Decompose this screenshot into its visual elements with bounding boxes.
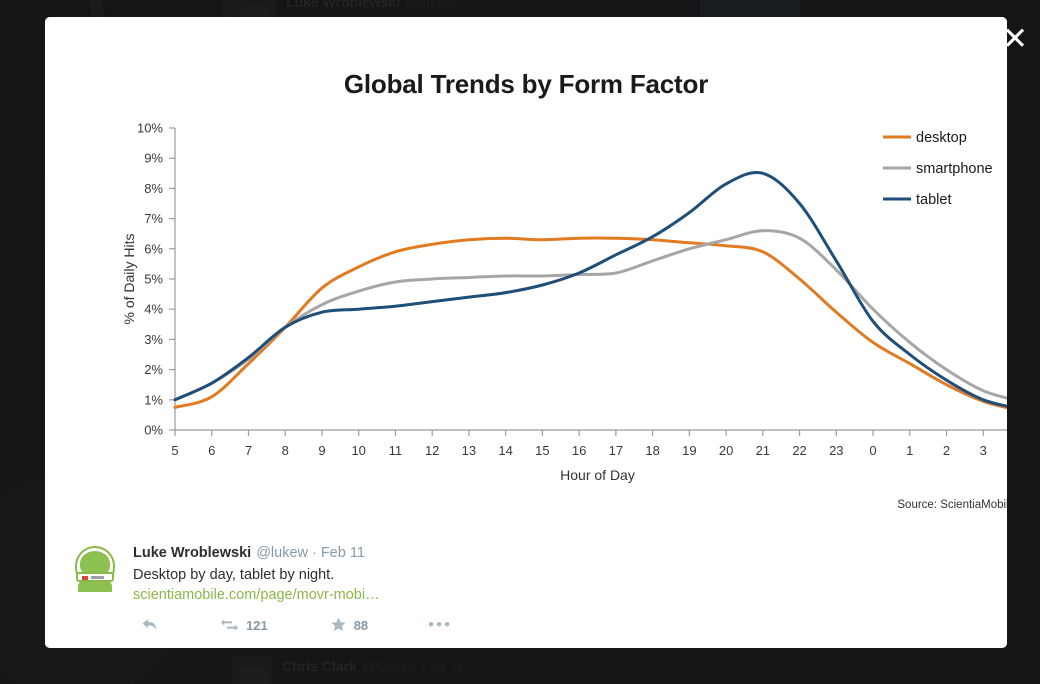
chart-image: Global Trends by Form Factor 0% 1% 2% 3% 4% 5…: [45, 17, 1007, 522]
svg-text:20: 20: [719, 443, 733, 458]
svg-text:10: 10: [351, 443, 365, 458]
tweet-date[interactable]: Feb 11: [321, 545, 365, 561]
legend-label-tablet: tablet: [916, 192, 951, 208]
retweet-icon: [221, 619, 238, 631]
svg-text:4%: 4%: [144, 302, 163, 317]
svg-text:10%: 10%: [137, 121, 163, 136]
svg-text:17: 17: [609, 443, 623, 458]
svg-text:5%: 5%: [144, 272, 163, 287]
star-icon: [331, 617, 346, 631]
svg-text:5: 5: [171, 443, 178, 458]
svg-text:3%: 3%: [144, 332, 163, 347]
chart-source: Source: ScientiaMobile: [897, 499, 1007, 511]
svg-text:% of Daily Hits: % of Daily Hits: [121, 233, 137, 324]
tweet-body: Luke Wroblewski @lukew · Feb 11 Desktop by …: [133, 544, 983, 648]
tweet-link[interactable]: scientiamobile.com/page/movr-mobi…: [133, 585, 983, 605]
avatar[interactable]: [71, 544, 119, 592]
svg-text:1: 1: [906, 443, 913, 458]
line-chart-svg: 0%1%2%3%4%5%6%7%8%9%10%5 6 7 8 9 10 11 12 13 14 15…: [121, 121, 1007, 511]
tweet-handle[interactable]: @lukew: [256, 545, 308, 561]
svg-text:19: 19: [682, 443, 696, 458]
svg-text:1%: 1%: [144, 392, 163, 407]
tweet-separator: ·: [311, 545, 317, 561]
svg-text:6: 6: [208, 443, 215, 458]
svg-text:0: 0: [869, 443, 876, 458]
svg-text:11: 11: [389, 443, 403, 458]
reply-icon: [142, 618, 157, 630]
svg-text:18: 18: [645, 443, 659, 458]
svg-text:13: 13: [462, 443, 476, 458]
svg-text:9%: 9%: [144, 151, 163, 166]
svg-text:3: 3: [980, 443, 987, 458]
favorite-button[interactable]: 88: [330, 617, 368, 633]
svg-text:15: 15: [535, 443, 549, 458]
retweet-count: 121: [246, 617, 268, 633]
svg-text:Hour of Day: Hour of Day: [560, 467, 635, 483]
svg-text:12: 12: [425, 443, 439, 458]
more-options-button[interactable]: •••: [428, 616, 452, 633]
legend-label-smartphone: smartphone: [916, 161, 993, 177]
svg-text:9: 9: [318, 443, 325, 458]
svg-text:7: 7: [245, 443, 252, 458]
tweet-block: Luke Wroblewski @lukew · Feb 11 Desktop by …: [45, 522, 1007, 648]
tweet-actions: 121 88 •••: [133, 616, 983, 633]
svg-text:0%: 0%: [144, 423, 163, 438]
avatar-band: [76, 572, 114, 582]
reply-button[interactable]: [141, 618, 158, 633]
tweet-header: Luke Wroblewski @lukew · Feb 11: [133, 544, 983, 563]
avatar-body: [78, 581, 112, 592]
favorite-count: 88: [353, 617, 369, 633]
svg-text:8%: 8%: [144, 181, 163, 196]
svg-text:23: 23: [829, 443, 843, 458]
legend-label-desktop: desktop: [916, 130, 967, 146]
tweet-author[interactable]: Luke Wroblewski: [133, 545, 251, 561]
svg-text:22: 22: [792, 443, 806, 458]
svg-text:2: 2: [943, 443, 950, 458]
svg-text:21: 21: [756, 443, 770, 458]
svg-text:8: 8: [282, 443, 289, 458]
series-line-smartphone: [173, 229, 1007, 402]
series-line-tablet: [173, 171, 1007, 408]
svg-text:16: 16: [572, 443, 586, 458]
series-line-desktop: [173, 236, 1007, 410]
media-modal: Global Trends by Form Factor 0% 1% 2% 3% 4% 5…: [45, 17, 1007, 648]
svg-text:2%: 2%: [144, 362, 163, 377]
svg-text:7%: 7%: [144, 211, 163, 226]
retweet-button[interactable]: 121: [220, 618, 268, 633]
svg-text:6%: 6%: [144, 241, 163, 256]
svg-text:14: 14: [498, 443, 512, 458]
tweet-text: Desktop by day, tablet by night.: [133, 567, 335, 583]
